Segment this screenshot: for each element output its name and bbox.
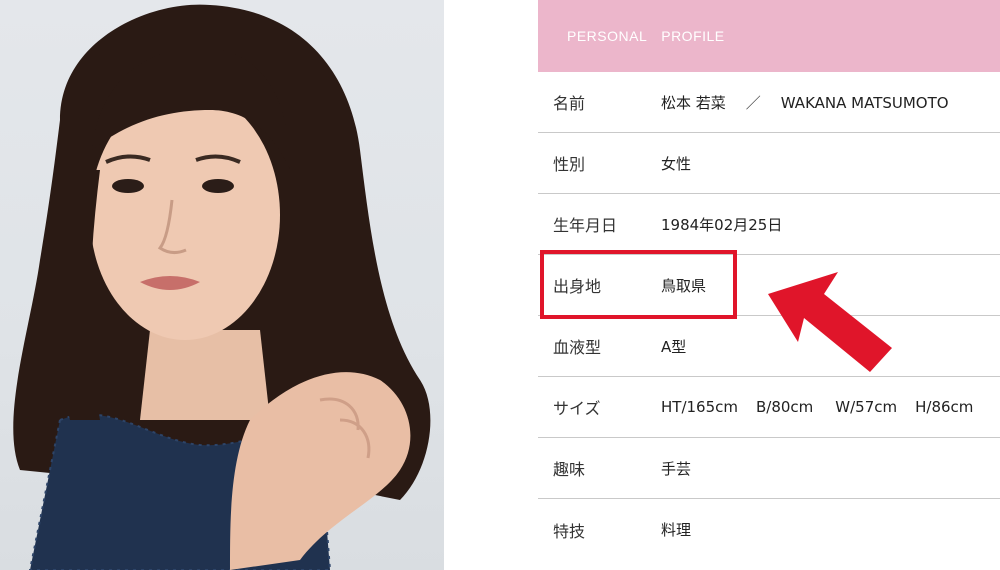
row-label: 趣味 xyxy=(553,460,586,479)
highlight-box xyxy=(540,250,737,319)
profile-header: PERSONAL PROFILE xyxy=(538,0,1000,72)
row-value: 手芸 xyxy=(661,459,692,478)
profile-row-skill: 特技 料理 xyxy=(538,499,1000,560)
arrow-icon xyxy=(760,272,900,386)
portrait-illustration xyxy=(13,4,431,570)
profile-row-birthdate: 生年月日 1984年02月25日 xyxy=(538,194,1000,255)
row-label: 特技 xyxy=(553,521,586,541)
row-value: 松本 若菜 ／ WAKANA MATSUMOTO xyxy=(661,92,949,113)
name-japanese: 松本 若菜 xyxy=(661,93,726,112)
row-label: サイズ xyxy=(553,399,601,418)
profile-row-hobby: 趣味 手芸 xyxy=(538,438,1000,499)
name-separator: ／ xyxy=(745,93,761,112)
size-hip: H/86cm xyxy=(915,398,974,416)
row-value: 1984年02月25日 xyxy=(661,215,783,234)
profile-row-gender: 性別 女性 xyxy=(538,133,1000,194)
size-waist: W/57cm xyxy=(835,398,898,416)
name-english: WAKANA MATSUMOTO xyxy=(780,93,949,112)
size-height: HT/165cm xyxy=(661,398,738,416)
row-value: 料理 xyxy=(661,521,692,539)
row-label: 性別 xyxy=(553,155,586,174)
row-label: 名前 xyxy=(553,94,586,113)
row-label: 血液型 xyxy=(553,338,602,357)
profile-photo xyxy=(0,0,444,570)
profile-row-name: 名前 松本 若菜 ／ WAKANA MATSUMOTO xyxy=(538,72,1000,133)
row-label: 生年月日 xyxy=(553,216,618,235)
red-arrow-icon xyxy=(768,272,892,372)
row-value: A型 xyxy=(661,337,687,356)
size-bust: B/80cm xyxy=(756,398,814,416)
row-value: 女性 xyxy=(661,154,692,173)
profile-row-size: サイズ HT/165cm B/80cm W/57cm H/86cm xyxy=(538,377,1000,438)
row-value: HT/165cm B/80cm W/57cm H/86cm xyxy=(661,398,973,416)
profile-header-title: PERSONAL PROFILE xyxy=(567,28,725,44)
